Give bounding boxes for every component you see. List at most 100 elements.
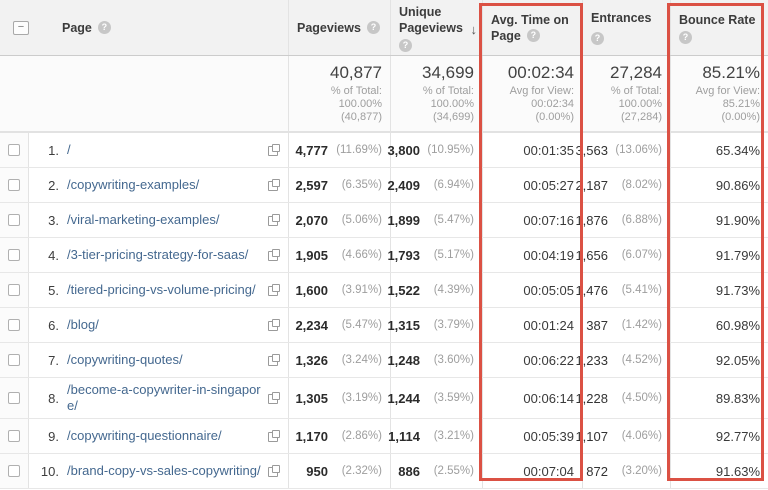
totals-entrances-sub1: % of Total: [610,85,662,97]
page-link[interactable]: / [67,142,264,158]
entrances-cell: 1,476 (5.41%) [575,273,670,307]
open-page-icon[interactable] [268,354,280,366]
open-page-icon[interactable] [268,284,280,296]
open-page-icon[interactable] [268,179,280,191]
open-page-icon[interactable] [268,249,280,261]
totals-avg-time-value: 00:02:34 [507,63,574,82]
page-help-icon[interactable]: ? [97,21,111,34]
page-link[interactable]: /blog/ [67,317,264,333]
pageviews-percent: (3.91%) [341,284,382,296]
unique-pageviews-value: 1,248 [387,352,420,368]
totals-pageviews-sub3: (40,877) [341,111,382,123]
unique-pageviews-percent: (2.55%) [433,465,474,477]
row-checkbox[interactable] [8,179,20,191]
page-cell: 1. / [28,133,288,167]
row-checkbox-cell [0,273,28,307]
row-number: 4. [48,247,59,263]
column-header-pageviews[interactable]: Pageviews ? [288,0,390,55]
pageviews-cell: 1,905 (4.66%) [288,238,390,272]
totals-pageviews-sub1: % of Total: [330,85,382,97]
table-header-row: − Page ? Pageviews ? Unique Pageviews ↓ … [0,0,768,56]
row-checkbox-cell [0,343,28,377]
avg-time-value: 00:07:04 [523,463,574,479]
bounce-rate-value: 89.83% [715,390,760,406]
row-checkbox[interactable] [8,249,20,261]
open-page-icon[interactable] [268,465,280,477]
bounce-rate-value: 92.77% [715,428,760,444]
row-checkbox[interactable] [8,465,20,477]
page-link[interactable]: /brand-copy-vs-sales-copywriting/ [67,463,264,479]
unique-pageviews-help-icon[interactable]: ? [399,38,412,52]
page-link[interactable]: /copywriting-quotes/ [67,352,264,368]
totals-unique-pageviews-value: 34,699 [422,63,474,82]
table-row: 1. / 4,777 (11.69%) 3,800 (10.95%) 00:01… [0,133,768,168]
row-checkbox[interactable] [8,144,20,156]
open-page-icon[interactable] [268,214,280,226]
row-checkbox[interactable] [8,430,20,442]
pageviews-cell: 2,234 (5.47%) [288,308,390,342]
column-header-page[interactable]: Page ? [28,0,288,55]
pageviews-cell: 1,305 (3.19%) [288,378,390,418]
row-checkbox[interactable] [8,392,20,404]
avg-time-header-label-line2: Page [491,28,521,43]
entrances-value: 1,656 [575,247,608,263]
pageviews-header-label: Pageviews [297,20,361,35]
open-page-icon[interactable] [268,144,280,156]
page-link[interactable]: /copywriting-examples/ [67,177,264,193]
open-page-icon[interactable] [268,319,280,331]
sort-descending-icon[interactable]: ↓ [471,22,478,37]
entrances-value: 387 [586,317,608,333]
bounce-rate-help-icon[interactable]: ? [679,30,692,44]
avg-time-cell: 00:04:19 [482,238,582,272]
row-number: 2. [48,177,59,193]
unique-pageviews-cell: 1,899 (5.47%) [387,203,482,237]
page-link[interactable]: /become-a-copywriter-in-singapore/ [67,382,264,414]
pageviews-value: 1,305 [295,390,328,406]
page-link[interactable]: /tiered-pricing-vs-volume-pricing/ [67,282,264,298]
unique-pageviews-percent: (3.59%) [433,392,474,404]
totals-avg-time-sub2: 00:02:34 [531,98,574,110]
unique-pageviews-value: 1,793 [387,247,420,263]
entrances-value: 1,233 [575,352,608,368]
avg-time-help-icon[interactable]: ? [526,29,540,42]
column-header-avg-time-on-page[interactable]: Avg. Time on Page ? [482,0,582,55]
row-number: 6. [48,317,59,333]
pageviews-help-icon[interactable]: ? [366,21,380,34]
row-checkbox[interactable] [8,214,20,226]
bounce-rate-value: 91.79% [715,247,760,263]
row-checkbox-cell [0,454,28,488]
totals-bounce-rate-sub1: Avg for View: [695,85,760,97]
entrances-cell: 1,876 (6.88%) [575,203,670,237]
row-number: 3. [48,212,59,228]
pageviews-percent: (4.66%) [341,249,382,261]
avg-time-value: 00:06:14 [523,390,574,406]
row-checkbox[interactable] [8,319,20,331]
avg-time-value: 00:05:27 [523,177,574,193]
page-link[interactable]: /copywriting-questionnaire/ [67,428,264,444]
pageviews-cell: 1,170 (2.86%) [288,419,390,453]
entrances-value: 2,187 [575,177,608,193]
pageviews-cell: 2,070 (5.06%) [288,203,390,237]
unique-pageviews-value: 1,244 [387,390,420,406]
bounce-rate-value: 60.98% [715,317,760,333]
open-page-icon[interactable] [268,430,280,442]
page-link[interactable]: /viral-marketing-examples/ [67,212,264,228]
pageviews-value: 1,600 [295,282,328,298]
avg-time-value: 00:05:05 [523,282,574,298]
entrances-value: 1,876 [575,212,608,228]
entrances-help-icon[interactable]: ? [591,32,604,45]
open-page-icon[interactable] [268,392,280,404]
totals-entrances-sub3: (27,284) [621,111,662,123]
row-checkbox[interactable] [8,354,20,366]
bounce-rate-cell: 91.79% [670,238,768,272]
collapse-rows-button[interactable]: − [13,20,29,35]
entrances-cell: 1,233 (4.52%) [575,343,670,377]
pageviews-percent: (3.24%) [341,354,382,366]
page-link[interactable]: /3-tier-pricing-strategy-for-saas/ [67,247,264,263]
entrances-percent: (4.06%) [621,430,662,442]
row-checkbox[interactable] [8,284,20,296]
column-header-entrances[interactable]: Entrances ? [582,0,670,55]
header-collapse-cell: − [0,0,29,55]
column-header-bounce-rate[interactable]: Bounce Rate ? [670,0,768,55]
column-header-unique-pageviews[interactable]: Unique Pageviews ↓ ? [390,0,482,55]
